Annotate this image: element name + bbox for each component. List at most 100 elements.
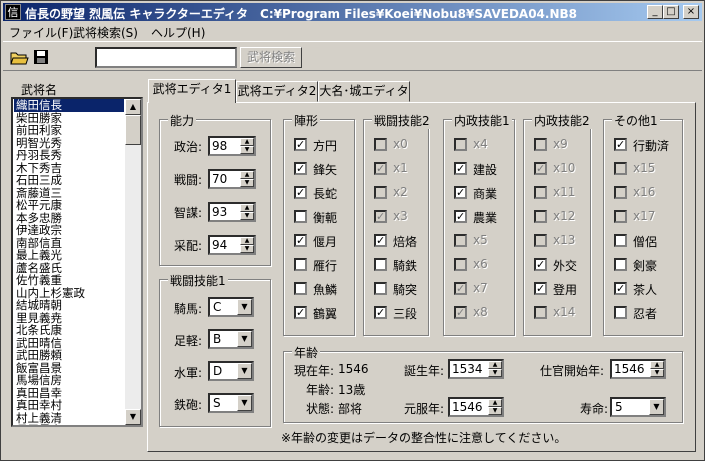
spin-down-icon[interactable]: ▼ bbox=[240, 179, 254, 187]
saihai-spin[interactable]: 94 ▲ ▼ bbox=[208, 235, 256, 255]
tanjo-spin[interactable]: 1534 ▲ ▼ bbox=[448, 359, 504, 379]
menu-busho-search[interactable]: 武将検索(S) bbox=[73, 24, 138, 41]
list-item[interactable]: 馬場信房 bbox=[14, 374, 124, 387]
list-item[interactable]: 最上義光 bbox=[14, 249, 124, 262]
list-item[interactable]: 柴田勝家 bbox=[14, 112, 124, 125]
list-item[interactable]: 石田三成 bbox=[14, 174, 124, 187]
jinkei-group: 陣形 ✓ 方円 ✓ 鋒矢 ✓ 長蛇 衡軛 ✓ 偃月 雁行 魚鱗 ✓ 鶴翼 bbox=[283, 112, 355, 336]
open-folder-icon[interactable] bbox=[9, 47, 29, 67]
spin-up-icon[interactable]: ▲ bbox=[650, 361, 664, 369]
dropdown-arrow-icon[interactable]: ▼ bbox=[237, 395, 252, 411]
list-item[interactable]: 北条氏康 bbox=[14, 324, 124, 337]
spin-up-icon[interactable]: ▲ bbox=[240, 171, 254, 179]
title-bar[interactable]: 信 信長の野望 烈風伝 キャラクターエディタ C:¥Program Files¥… bbox=[3, 3, 702, 21]
teppo-combo[interactable]: S ▼ bbox=[208, 393, 254, 413]
list-item[interactable]: 武田勝頼 bbox=[14, 349, 124, 362]
tab-daimyo-castle-editor[interactable]: 大名･城エディタ bbox=[318, 81, 410, 102]
spin-down-icon[interactable]: ▼ bbox=[650, 369, 664, 377]
shikan-spin[interactable]: 1546 ▲ ▼ bbox=[610, 359, 666, 379]
spin-up-icon[interactable]: ▲ bbox=[488, 361, 502, 369]
list-item[interactable]: 明智光秀 bbox=[14, 137, 124, 150]
list-item[interactable]: 村上義清 bbox=[14, 412, 124, 425]
spin-up-icon[interactable]: ▲ bbox=[240, 237, 254, 245]
check-mark-icon: ✓ bbox=[454, 306, 467, 319]
list-item[interactable]: 伊達政宗 bbox=[14, 224, 124, 237]
spin-up-icon[interactable]: ▲ bbox=[488, 399, 502, 407]
check-mark-icon: ✓ bbox=[374, 234, 387, 247]
list-item[interactable]: 本多忠勝 bbox=[14, 212, 124, 225]
app-window: 信 信長の野望 烈風伝 キャラクターエディタ C:¥Program Files¥… bbox=[0, 0, 705, 461]
checkbox-box bbox=[294, 258, 307, 271]
spin-down-icon[interactable]: ▼ bbox=[488, 369, 502, 377]
tab-busho-editor-2[interactable]: 武将エディタ2 bbox=[236, 81, 318, 102]
spin-up-icon[interactable]: ▲ bbox=[240, 138, 254, 146]
naisei-gino1-title: 内政技能1 bbox=[452, 112, 512, 129]
list-item[interactable]: 結城晴朝 bbox=[14, 299, 124, 312]
menu-help[interactable]: ヘルプ(H) bbox=[151, 24, 205, 41]
spin-down-icon[interactable]: ▼ bbox=[240, 146, 254, 154]
ashigaru-combo[interactable]: B ▼ bbox=[208, 329, 254, 349]
spin-up-icon[interactable]: ▲ bbox=[240, 204, 254, 212]
dropdown-arrow-icon[interactable]: ▼ bbox=[237, 331, 252, 347]
minimize-button[interactable]: _ bbox=[647, 5, 663, 19]
suigun-combo[interactable]: D ▼ bbox=[208, 361, 254, 381]
list-item[interactable]: 佐竹義重 bbox=[14, 274, 124, 287]
list-item[interactable]: 木下秀吉 bbox=[14, 162, 124, 175]
list-item[interactable]: 真田昌幸 bbox=[14, 387, 124, 400]
list-item[interactable]: 真田幸村 bbox=[14, 399, 124, 412]
list-item[interactable]: 斎藤道三 bbox=[14, 187, 124, 200]
dropdown-arrow-icon[interactable]: ▼ bbox=[649, 399, 664, 415]
busho-listbox[interactable]: 織田信長 柴田勝家 前田利家 明智光秀 丹羽長秀 木下秀吉 石田三成 斎藤道三 松平元康 本多忠勝… bbox=[11, 97, 143, 427]
checkbox-box bbox=[614, 210, 627, 223]
jotai-label: 状態: bbox=[306, 402, 335, 416]
jumyo-combo[interactable]: 5 ▼ bbox=[610, 397, 666, 417]
list-item[interactable]: 前田利家 bbox=[14, 124, 124, 137]
spin-down-icon[interactable]: ▼ bbox=[240, 212, 254, 220]
list-item[interactable]: 丹羽長秀 bbox=[14, 149, 124, 162]
app-icon[interactable]: 信 bbox=[5, 4, 21, 20]
list-item[interactable]: 武田晴信 bbox=[14, 337, 124, 350]
maximize-button[interactable]: □ bbox=[663, 5, 679, 19]
list-item[interactable]: 里見義尭 bbox=[14, 312, 124, 325]
list-item[interactable]: 山内上杉憲政 bbox=[14, 287, 124, 300]
check-mark-icon: ✓ bbox=[534, 162, 547, 175]
jumyo-label: 寿命: bbox=[580, 402, 609, 416]
sento-spin[interactable]: 70 ▲ ▼ bbox=[208, 169, 256, 189]
genpuku-spin[interactable]: 1546 ▲ ▼ bbox=[448, 397, 504, 417]
tab-busho-editor-1[interactable]: 武将エディタ1 bbox=[148, 79, 236, 103]
list-item[interactable]: 南部信直 bbox=[14, 237, 124, 250]
list-scrollbar[interactable]: ▲ ▼ bbox=[125, 99, 141, 425]
search-input[interactable] bbox=[95, 47, 237, 68]
menu-bar: ファイル(F) 武将検索(S) ヘルプ(H) bbox=[3, 22, 702, 40]
jumyo-value: 5 bbox=[615, 400, 623, 414]
list-item[interactable]: 松平元康 bbox=[14, 199, 124, 212]
noryoku-group: 能力 政治: 98 ▲ ▼ 戦闘: 70 ▲ ▼ 智謀: 93 ▲ ▼ 采配: 94 ▲ ▼ bbox=[159, 112, 271, 266]
scroll-up-icon[interactable]: ▲ bbox=[125, 99, 141, 115]
scroll-thumb[interactable] bbox=[125, 115, 141, 145]
dropdown-arrow-icon[interactable]: ▼ bbox=[237, 299, 252, 315]
spin-down-icon[interactable]: ▼ bbox=[240, 245, 254, 253]
list-item[interactable]: 飯富昌景 bbox=[14, 362, 124, 375]
list-item[interactable]: 蘆名盛氏 bbox=[14, 262, 124, 275]
check-mark-icon: ✓ bbox=[374, 306, 387, 319]
close-button[interactable]: × bbox=[683, 5, 699, 19]
spin-down-icon[interactable]: ▼ bbox=[488, 407, 502, 415]
sento-value: 70 bbox=[212, 172, 228, 186]
dropdown-arrow-icon[interactable]: ▼ bbox=[237, 363, 252, 379]
checkbox-label: 剣豪 bbox=[633, 259, 658, 273]
kiba-label: 騎馬: bbox=[174, 302, 203, 316]
kiba-combo[interactable]: C ▼ bbox=[208, 297, 254, 317]
checkbox-label: x15 bbox=[633, 161, 656, 175]
seiji-spin[interactable]: 98 ▲ ▼ bbox=[208, 136, 256, 156]
genzai-label: 現在年: bbox=[294, 364, 335, 378]
menu-file[interactable]: ファイル(F) bbox=[9, 24, 73, 41]
check-mark-icon: ✓ bbox=[374, 210, 387, 223]
list-item[interactable]: 織田信長 bbox=[14, 99, 124, 112]
scroll-down-icon[interactable]: ▼ bbox=[125, 409, 141, 425]
checkbox-label: 建設 bbox=[473, 163, 498, 177]
save-disk-icon[interactable] bbox=[31, 47, 51, 67]
chibo-spin[interactable]: 93 ▲ ▼ bbox=[208, 202, 256, 222]
checkbox-box bbox=[454, 138, 467, 151]
busho-search-button[interactable]: 武将検索 bbox=[240, 47, 302, 68]
list-item[interactable]: 長尾景虎 bbox=[14, 424, 124, 425]
